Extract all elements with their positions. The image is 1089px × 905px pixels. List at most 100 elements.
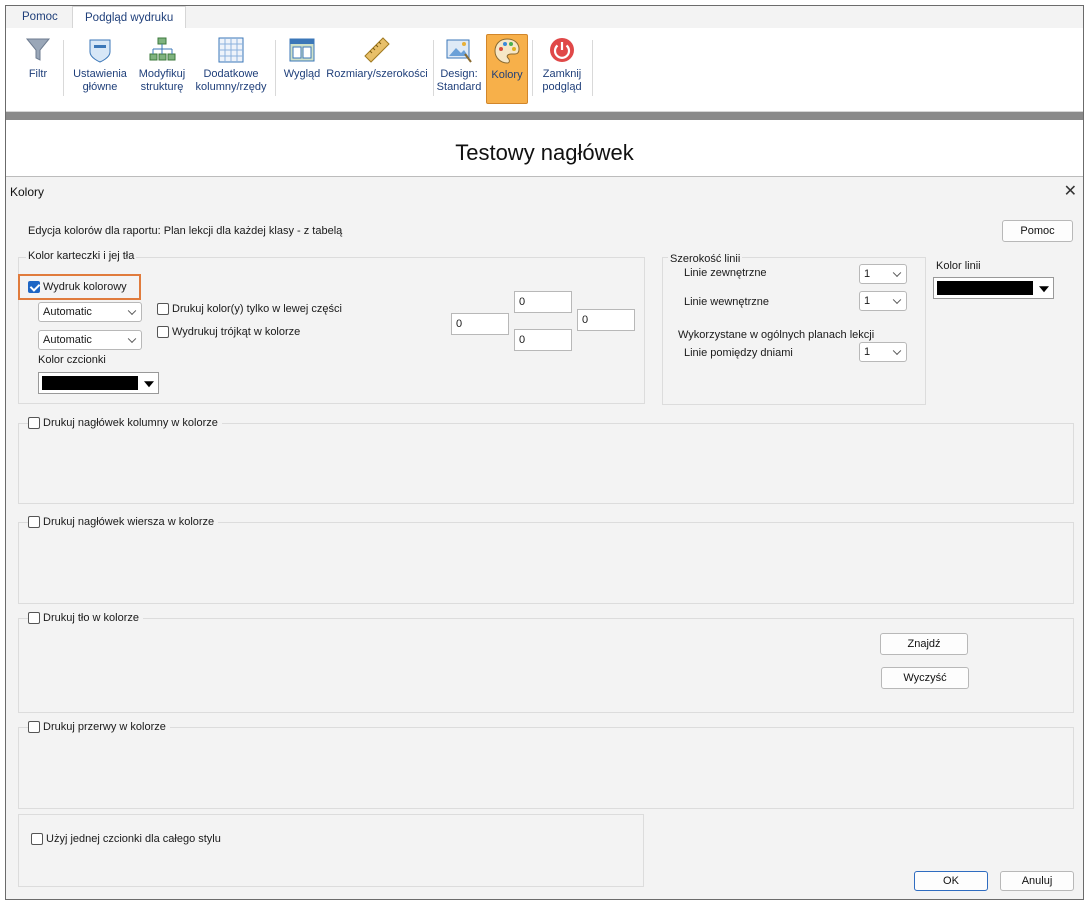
- design-line2: Standard: [436, 81, 482, 93]
- single-font-label: Użyj jednej czcionki dla całego stylu: [46, 833, 221, 845]
- margin-right-input[interactable]: 0: [577, 309, 635, 331]
- appearance-button[interactable]: Wygląd: [280, 36, 324, 81]
- checkbox-unchecked-icon: [28, 417, 40, 429]
- design-picture-icon: [446, 39, 472, 63]
- tab-help[interactable]: Pomoc: [10, 6, 70, 28]
- extra-columns-line2: kolumny/rzędy: [195, 81, 267, 93]
- checkbox-unchecked-icon: [157, 326, 169, 338]
- single-font-group: [18, 814, 644, 887]
- ribbon-separator: [275, 40, 276, 96]
- select-value: 1: [864, 346, 871, 358]
- column-header-color-label: Drukuj nagłówek kolumny w kolorze: [43, 417, 218, 429]
- background-color-checkbox[interactable]: Drukuj tło w kolorze: [28, 612, 143, 624]
- triangle-color-label: Wydrukuj trójkąt w kolorze: [172, 326, 301, 338]
- select-value: Automatic: [43, 306, 92, 318]
- clear-button[interactable]: Wyczyść: [881, 667, 969, 689]
- close-preview-button[interactable]: Zamknij podgląd: [536, 36, 588, 94]
- palette-icon: [494, 38, 520, 64]
- color-print-checkbox[interactable]: Wydruk kolorowy: [28, 281, 127, 293]
- modify-structure-button[interactable]: Modyfikuj strukturę: [132, 36, 192, 94]
- between-days-select[interactable]: 1: [859, 342, 907, 362]
- background-color-label: Drukuj tło w kolorze: [43, 612, 139, 624]
- extra-columns-line1: Dodatkowe: [203, 68, 259, 80]
- dialog-title: Kolory: [10, 185, 45, 199]
- main-settings-line1: Ustawienia: [73, 68, 127, 80]
- filter-button[interactable]: Filtr: [20, 36, 56, 81]
- dropdown-arrow-icon: [1039, 286, 1049, 293]
- color-print-label: Wydruk kolorowy: [43, 281, 127, 293]
- chevron-down-icon: [892, 295, 902, 305]
- preview-toolbar-bar: [6, 112, 1083, 120]
- breaks-color-checkbox[interactable]: Drukuj przerwy w kolorze: [28, 721, 170, 733]
- card-color-group-label: Kolor karteczki i jej tła: [26, 250, 137, 262]
- chevron-down-icon: [892, 346, 902, 356]
- inner-lines-select[interactable]: 1: [859, 291, 907, 311]
- row-header-color-checkbox[interactable]: Drukuj nagłówek wiersza w kolorze: [28, 516, 219, 528]
- colors-dialog: Kolory ✕ Edycja kolorów dla raportu: Pla…: [6, 176, 1083, 899]
- preview-header-text: Testowy nagłówek: [455, 140, 634, 165]
- extra-columns-button[interactable]: Dodatkowe kolumny/rzędy: [192, 36, 270, 94]
- filter-icon: [25, 38, 51, 61]
- layout-window-icon: [289, 38, 315, 62]
- checkbox-unchecked-icon: [28, 721, 40, 733]
- app-window: Pomoc Podgląd wydruku Filtr Ustawienia g…: [5, 5, 1084, 900]
- margin-left-input[interactable]: 0: [451, 313, 509, 335]
- close-icon[interactable]: ✕: [1064, 181, 1077, 201]
- triangle-color-checkbox[interactable]: Wydrukuj trójkąt w kolorze: [157, 326, 300, 338]
- between-days-label: Linie pomiędzy dniami: [684, 347, 793, 359]
- design-button[interactable]: Design: Standard: [434, 36, 484, 94]
- colors-button[interactable]: Kolory: [486, 34, 528, 104]
- cancel-button[interactable]: Anuluj: [1000, 871, 1074, 891]
- line-color-picker[interactable]: [933, 277, 1054, 299]
- card-color-select-2[interactable]: Automatic: [38, 330, 142, 350]
- ribbon-separator: [592, 40, 593, 96]
- checkbox-unchecked-icon: [157, 303, 169, 315]
- select-value: 1: [864, 295, 871, 307]
- outer-lines-select[interactable]: 1: [859, 264, 907, 284]
- tab-print-preview[interactable]: Podgląd wydruku: [72, 6, 187, 28]
- column-header-group: [18, 423, 1074, 504]
- dialog-subtitle: Edycja kolorów dla raportu: Plan lekcji …: [28, 225, 343, 237]
- general-plans-label: Wykorzystane w ogólnych planach lekcji: [678, 329, 875, 341]
- sizes-button[interactable]: Rozmiary/szerokości: [324, 36, 430, 81]
- margin-bottom-input[interactable]: 0: [514, 329, 572, 351]
- breaks-group: [18, 727, 1074, 809]
- outer-lines-label: Linie zewnętrzne: [684, 267, 767, 279]
- single-font-checkbox[interactable]: Użyj jednej czcionki dla całego stylu: [31, 833, 221, 845]
- ribbon: Filtr Ustawienia główne Modyfikuj strukt…: [6, 28, 1083, 112]
- card-color-select-1[interactable]: Automatic: [38, 302, 142, 322]
- select-value: 1: [864, 268, 871, 280]
- checkbox-unchecked-icon: [31, 833, 43, 845]
- breaks-color-label: Drukuj przerwy w kolorze: [43, 721, 166, 733]
- row-header-color-label: Drukuj nagłówek wiersza w kolorze: [43, 516, 215, 528]
- line-width-group-label: Szerokość linii: [668, 253, 743, 265]
- find-button[interactable]: Znajdź: [880, 633, 968, 655]
- main-settings-button[interactable]: Ustawienia główne: [68, 36, 132, 94]
- checkbox-unchecked-icon: [28, 516, 40, 528]
- left-part-only-checkbox[interactable]: Drukuj kolor(y) tylko w lewej części: [157, 303, 342, 315]
- checkbox-checked-icon: [28, 281, 40, 293]
- modify-structure-line1: Modyfikuj: [138, 68, 186, 80]
- column-header-color-checkbox[interactable]: Drukuj nagłówek kolumny w kolorze: [28, 417, 222, 429]
- power-icon: [550, 38, 574, 62]
- margin-top-input[interactable]: 0: [514, 291, 572, 313]
- modify-structure-line2: strukturę: [140, 81, 184, 93]
- font-color-label: Kolor czcionki: [38, 354, 106, 366]
- row-header-group: [18, 522, 1074, 604]
- line-color-label: Kolor linii: [936, 260, 981, 272]
- ribbon-separator: [63, 40, 64, 96]
- close-preview-line1: Zamknij: [542, 68, 582, 80]
- font-color-picker[interactable]: [38, 372, 159, 394]
- ok-button[interactable]: OK: [914, 871, 988, 891]
- ribbon-separator: [532, 40, 533, 96]
- sizes-label: Rozmiary/szerokości: [326, 68, 428, 80]
- design-line1: Design:: [440, 68, 478, 80]
- select-value: Automatic: [43, 334, 92, 346]
- main-settings-line2: główne: [82, 81, 118, 93]
- chevron-down-icon: [127, 334, 137, 344]
- settings-window-icon: [89, 39, 111, 63]
- help-button[interactable]: Pomoc: [1002, 220, 1073, 242]
- ruler-icon: [364, 37, 390, 63]
- inner-lines-label: Linie wewnętrzne: [684, 296, 769, 308]
- left-part-only-label: Drukuj kolor(y) tylko w lewej części: [172, 303, 342, 315]
